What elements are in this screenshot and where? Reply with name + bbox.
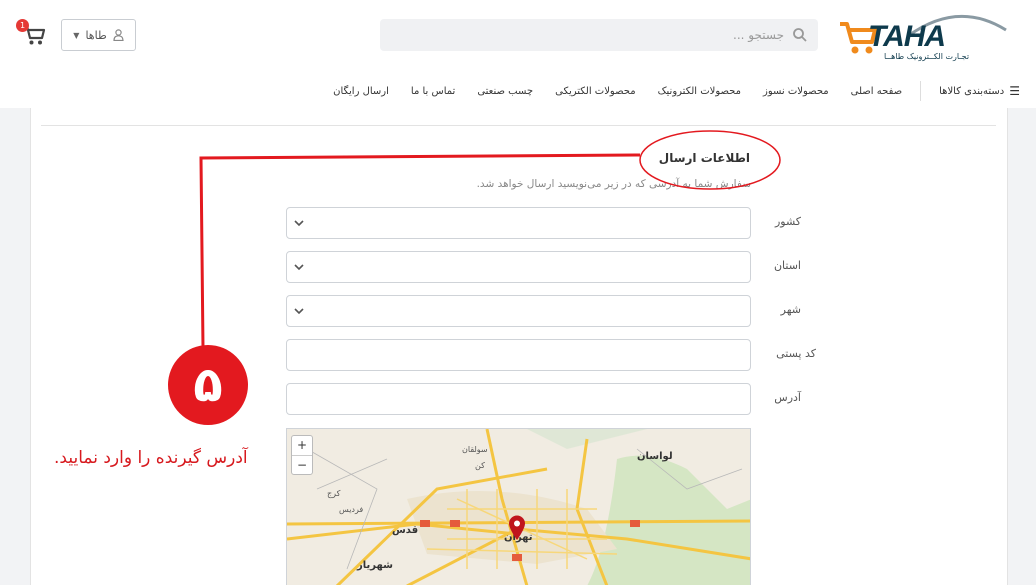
- map-label-kan: کن: [475, 461, 485, 470]
- country-select[interactable]: [286, 207, 751, 239]
- nav-categories-label: دسته‌بندی کالاها: [939, 85, 1005, 97]
- user-account-button[interactable]: ▼ طاها: [61, 19, 136, 51]
- location-pin-icon[interactable]: [508, 515, 526, 541]
- map-label-lavasan: لواسان: [637, 451, 673, 462]
- checkout-card: اطلاعات ارسال سفارش شما به آدرسی که در ز…: [30, 108, 1008, 585]
- page: TAHA تجـارت الکــترونیک طاهــا ▼ طاها 1 …: [0, 0, 1036, 585]
- map-label-karaj: کرج: [327, 489, 341, 498]
- nav-item-electronics[interactable]: محصولات الکترونیک: [658, 86, 741, 97]
- nav-item-industrial-glue[interactable]: چسب صنعتی: [477, 86, 533, 97]
- step-instruction-text: آدرس گیرنده را وارد نمایید.: [54, 448, 248, 468]
- nav-item-contact[interactable]: تماس با ما: [411, 86, 455, 97]
- chevron-down-icon: [294, 220, 304, 227]
- nav-categories[interactable]: ☰ دسته‌بندی کالاها: [920, 81, 1020, 101]
- nav-item-electrical[interactable]: محصولات الکتریکی: [555, 86, 635, 97]
- logo-text: TAHA: [868, 20, 946, 53]
- nav-item-home[interactable]: صفحه اصلی: [851, 86, 902, 97]
- postal-code-input[interactable]: [286, 339, 751, 371]
- location-map[interactable]: قدس تهران لواسان شهریار سولقان کن فردیس …: [286, 428, 751, 585]
- shipping-info-description: سفارش شما به آدرسی که در زیر می‌نویسید ا…: [476, 178, 751, 190]
- user-name: طاها: [85, 28, 107, 42]
- zoom-in-button[interactable]: +: [292, 436, 312, 455]
- map-zoom-controls: + −: [291, 435, 313, 475]
- map-label-shahriar: شهریار: [357, 560, 393, 571]
- map-label-qods: قدس: [392, 525, 419, 536]
- map-label-sowlqan: سولقان: [462, 445, 488, 454]
- map-label-fardis: فردیس: [339, 505, 364, 514]
- chevron-down-icon: [294, 264, 304, 271]
- address-input[interactable]: [286, 383, 751, 415]
- chevron-down-icon: ▼: [73, 30, 80, 40]
- search-icon[interactable]: [792, 27, 808, 43]
- cart-count-badge: 1: [16, 19, 29, 32]
- main-nav: ☰ دسته‌بندی کالاها صفحه اصلی محصولات نسو…: [300, 80, 1020, 102]
- search-input[interactable]: [404, 19, 784, 51]
- step-number-badge: ۵: [168, 345, 248, 425]
- shipping-info-title: اطلاعات ارسال: [658, 151, 750, 165]
- search-bar: [380, 19, 818, 51]
- province-select[interactable]: [286, 251, 751, 283]
- user-icon: [113, 29, 124, 41]
- logo-tagline: تجـارت الکــترونیک طاهــا: [884, 52, 970, 61]
- zoom-out-button[interactable]: −: [292, 455, 312, 474]
- divider: [41, 125, 996, 126]
- postal-code-label: کد پستی: [776, 347, 816, 360]
- nav-item-refractory[interactable]: محصولات نسوز: [763, 86, 829, 97]
- chevron-down-icon: [294, 308, 304, 315]
- city-select[interactable]: [286, 295, 751, 327]
- menu-icon: ☰: [1009, 84, 1020, 98]
- site-logo[interactable]: TAHA تجـارت الکــترونیک طاهــا: [838, 8, 1010, 62]
- nav-item-free-shipping[interactable]: ارسال رایگان: [333, 86, 389, 97]
